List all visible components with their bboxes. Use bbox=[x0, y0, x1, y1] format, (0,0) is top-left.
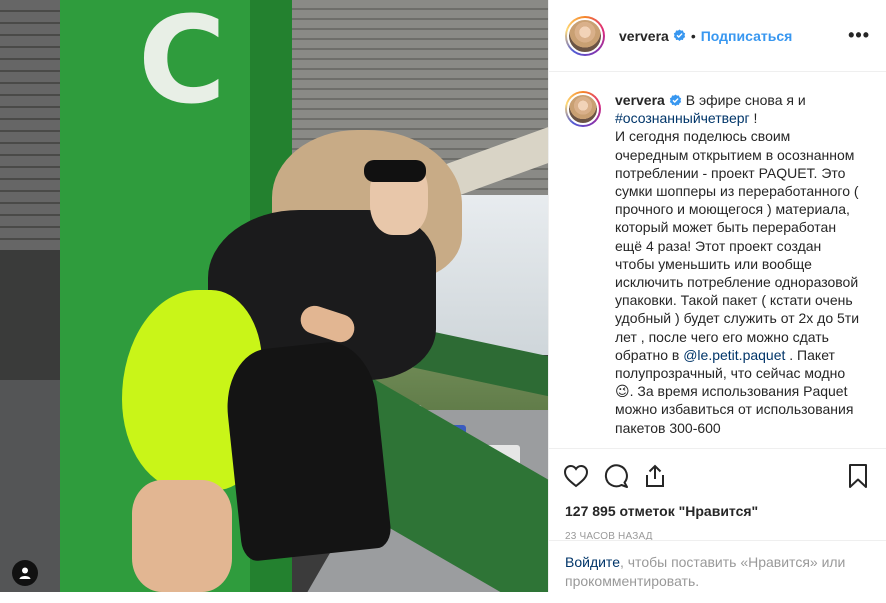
comment-button[interactable] bbox=[603, 460, 643, 492]
caption-username[interactable]: ververa bbox=[615, 92, 665, 108]
separator-dot: • bbox=[690, 27, 696, 44]
likes-count[interactable]: 127 895 отметок "Нравится" bbox=[565, 503, 872, 519]
follow-button[interactable]: Подписаться bbox=[701, 28, 793, 44]
share-button[interactable] bbox=[643, 460, 683, 492]
mention-link[interactable]: @le.petit.paquet bbox=[683, 347, 785, 363]
share-icon bbox=[646, 464, 664, 487]
action-icons bbox=[563, 457, 872, 495]
caption: ververa В эфире снова я и #осознанныйчет… bbox=[565, 91, 870, 437]
header-username[interactable]: ververa bbox=[619, 28, 669, 44]
wink-emoji: 😉 bbox=[615, 383, 630, 400]
bookmark-icon bbox=[849, 464, 867, 488]
post-header: ververa • Подписаться ••• bbox=[549, 0, 886, 72]
hashtag-link[interactable]: #осознанныйчетверг bbox=[615, 110, 750, 126]
comment-icon bbox=[604, 464, 628, 488]
verified-badge-icon bbox=[669, 94, 681, 106]
verified-badge-icon bbox=[673, 29, 685, 41]
caption-avatar[interactable] bbox=[565, 91, 601, 127]
user-icon bbox=[19, 567, 31, 579]
caption-text: ververa В эфире снова я и #осознанныйчет… bbox=[615, 91, 860, 437]
caption-text-part: . За время использования Paquet можно из… bbox=[615, 383, 858, 436]
pillar-letter: C bbox=[138, 0, 227, 131]
avatar-image bbox=[567, 93, 599, 125]
login-link[interactable]: Войдите bbox=[565, 554, 620, 570]
save-button[interactable] bbox=[848, 460, 872, 492]
instagram-post: C ververa • Подписаться ••• ververa В эф… bbox=[0, 0, 886, 592]
tagged-users-button[interactable] bbox=[12, 560, 38, 586]
avatar[interactable] bbox=[565, 15, 605, 56]
post-photo[interactable]: C bbox=[0, 0, 548, 592]
heart-icon bbox=[563, 464, 589, 488]
caption-text-part: ! И сегодня поделюсь своим очередным отк… bbox=[615, 110, 860, 363]
woman-legs bbox=[132, 480, 232, 592]
caption-area: ververa В эфире снова я и #осознанныйчет… bbox=[549, 73, 886, 443]
post-actions: 127 895 отметок "Нравится" 23 часов наза… bbox=[549, 448, 886, 542]
black-bag bbox=[221, 337, 393, 563]
avatar-image bbox=[567, 17, 603, 54]
caption-text-part: В эфире снова я и bbox=[681, 92, 810, 108]
more-options-button[interactable]: ••• bbox=[848, 25, 870, 46]
sunglasses bbox=[364, 160, 426, 182]
login-prompt: Войдите, чтобы поставить «Нравится» или … bbox=[549, 540, 886, 603]
like-button[interactable] bbox=[563, 460, 603, 492]
post-sidebar: ververa • Подписаться ••• ververa В эфир… bbox=[548, 0, 886, 592]
